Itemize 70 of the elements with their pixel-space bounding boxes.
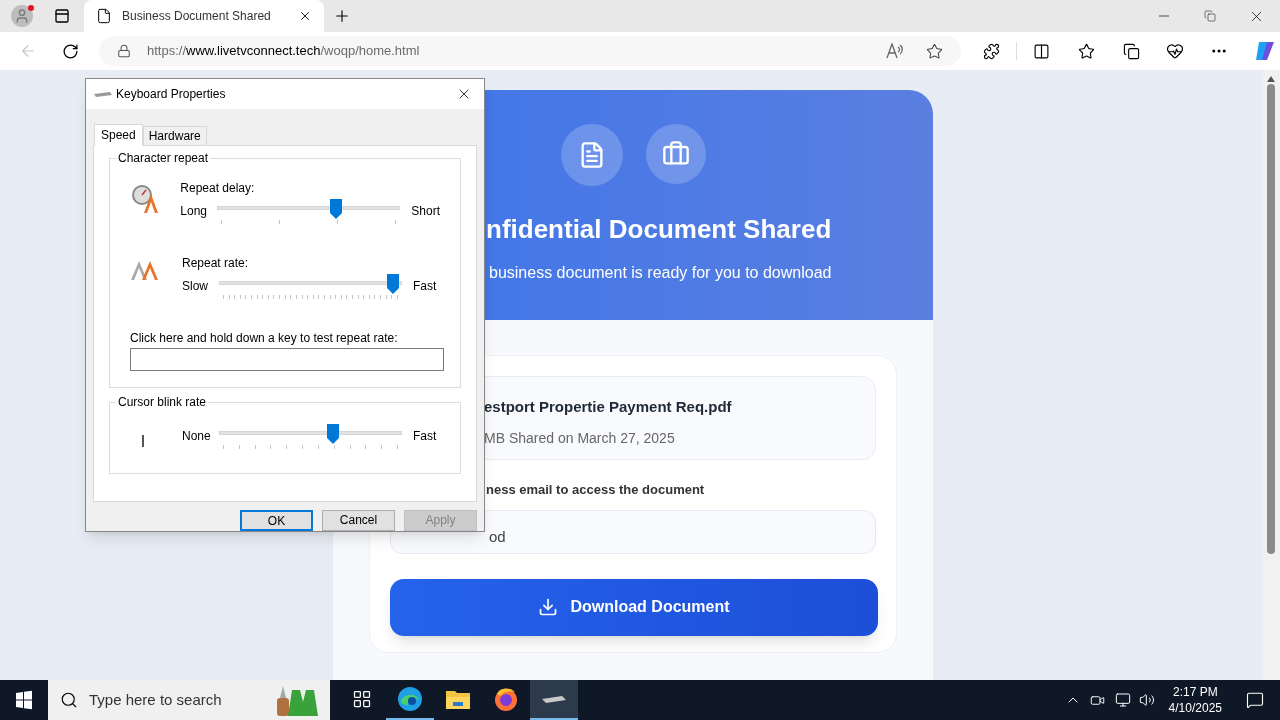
- folder-icon: [445, 688, 471, 710]
- search-placeholder: Type here to search: [89, 689, 222, 710]
- notifications-icon[interactable]: [1246, 691, 1264, 709]
- browser-tab[interactable]: Business Document Shared: [84, 0, 324, 32]
- page-icon: [96, 8, 112, 24]
- slider-thumb[interactable]: [330, 198, 343, 219]
- page-title: nfidential Document Shared: [486, 213, 832, 246]
- tab-title: Business Document Shared: [122, 8, 271, 25]
- profile-icon[interactable]: [11, 5, 33, 27]
- slider-max-label: Fast: [413, 428, 437, 443]
- file-meta: MB Shared on March 27, 2025: [484, 428, 676, 448]
- lock-icon: [117, 44, 131, 58]
- browser-icon: [397, 686, 423, 712]
- tab-actions-icon[interactable]: [54, 8, 70, 24]
- slider-thumb[interactable]: [386, 273, 399, 294]
- download-icon: [538, 597, 559, 617]
- network-icon[interactable]: [1114, 692, 1131, 708]
- slider-max-label: Short: [411, 203, 440, 218]
- group-label: Character repeat: [116, 150, 211, 165]
- slider-label: Repeat delay:: [180, 180, 256, 195]
- volume-icon[interactable]: [1138, 692, 1155, 708]
- slider-track[interactable]: [219, 423, 402, 444]
- scrollbar-thumb[interactable]: [1267, 84, 1275, 554]
- search-icon: [60, 691, 78, 709]
- email-value: od: [489, 527, 506, 548]
- file-name: estport Propertie Payment Req.pdf: [484, 397, 733, 417]
- slider-max-label: Fast: [413, 278, 437, 293]
- group-label: Cursor blink rate: [116, 394, 209, 409]
- slider-track[interactable]: [217, 198, 401, 219]
- keyboard-icon: [542, 694, 566, 704]
- dialog-title: Keyboard Properties: [116, 85, 226, 103]
- clock-date[interactable]: 4/10/2025: [1168, 700, 1222, 716]
- slider-min-label: None: [182, 428, 212, 443]
- health-icon[interactable]: [1166, 42, 1184, 60]
- address-bar[interactable]: https://www.livetvconnect.tech/woqp/home.html: [99, 36, 961, 66]
- slider-thumb[interactable]: [326, 423, 339, 444]
- cursor-icon: [142, 434, 144, 447]
- favorite-star-icon[interactable]: [926, 42, 943, 60]
- task-view-icon: [352, 689, 372, 709]
- new-tab-icon[interactable]: [333, 7, 351, 25]
- close-tab-icon[interactable]: [298, 9, 312, 23]
- taskbar-app[interactable]: [530, 680, 578, 720]
- slider-label: Repeat rate:: [182, 255, 250, 270]
- fox-browser-icon: [493, 686, 519, 712]
- assistant-icon[interactable]: [1253, 39, 1277, 63]
- keyboard-icon: [94, 89, 112, 98]
- dialog-tab[interactable]: Speed: [94, 123, 143, 146]
- slider-track[interactable]: [219, 273, 402, 294]
- dialog-button[interactable]: Cancel: [322, 510, 395, 531]
- download-button[interactable]: Download Document: [390, 578, 878, 636]
- dialog-tab[interactable]: Hardware: [142, 125, 207, 145]
- scrollbar[interactable]: [1262, 70, 1280, 680]
- url-text: https://www.livetvconnect.tech/woqp/home.html: [147, 42, 420, 61]
- clock-time[interactable]: 2:17 PM: [1172, 684, 1218, 700]
- slider-min-label: Slow: [182, 278, 209, 293]
- page-subtitle: business document is ready for you to download: [489, 263, 832, 283]
- search-field[interactable]: Type here to search: [48, 680, 330, 720]
- read-aloud-icon[interactable]: [886, 43, 904, 59]
- collections-icon[interactable]: [1123, 42, 1140, 60]
- scroll-up-icon[interactable]: [1267, 76, 1275, 82]
- split-screen-icon[interactable]: [1033, 42, 1050, 60]
- extensions-icon[interactable]: [983, 42, 1000, 60]
- slider-min-label: Long: [180, 203, 208, 218]
- email-label: ness email to access the document: [485, 481, 706, 499]
- restore-icon[interactable]: [1204, 10, 1216, 22]
- test-label: Click here and hold down a key to test repeat rate:: [130, 330, 399, 345]
- favorites-icon[interactable]: [1078, 42, 1095, 60]
- refresh-icon[interactable]: [62, 42, 79, 60]
- dialog-button[interactable]: OK: [240, 510, 313, 531]
- test-input-field[interactable]: [130, 347, 444, 371]
